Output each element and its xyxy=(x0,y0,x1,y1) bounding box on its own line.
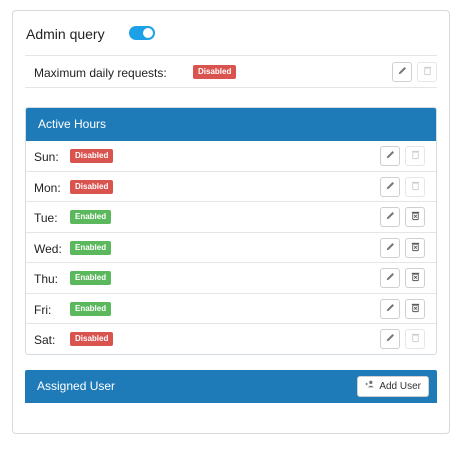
toggle-knob xyxy=(143,28,153,38)
assigned-user-header: Assigned User Add User xyxy=(25,370,437,403)
status-badge: Disabled xyxy=(70,149,114,163)
day-list: Sun: Disabled Mon: Disabled Tue: Enabled Wed: E… xyxy=(26,141,436,355)
day-label: Tue: xyxy=(34,211,58,225)
day-label: Sun: xyxy=(34,150,59,164)
day-row: Wed: Enabled xyxy=(26,233,436,263)
edit-button[interactable] xyxy=(380,237,400,258)
add-user-label: Add User xyxy=(379,381,421,392)
day-label: Fri: xyxy=(34,302,52,317)
assigned-user-title: Assigned User xyxy=(37,379,116,393)
add-user-button[interactable]: Add User xyxy=(357,376,429,397)
trash-icon xyxy=(410,239,421,257)
pencil-icon xyxy=(385,208,396,226)
edit-button[interactable] xyxy=(380,207,400,227)
edit-button[interactable] xyxy=(380,298,400,319)
edit-button[interactable] xyxy=(380,268,400,288)
status-badge: Disabled xyxy=(193,65,237,79)
pencil-icon xyxy=(385,239,396,257)
status-badge: Disabled xyxy=(70,179,114,194)
status-badge: Enabled xyxy=(70,240,112,255)
settings-card: Admin query Maximum daily requests: Disa… xyxy=(12,10,450,434)
day-row: Thu: Enabled xyxy=(26,263,436,294)
day-row: Tue: Enabled xyxy=(26,202,436,233)
active-hours-header: Active Hours xyxy=(26,108,436,141)
day-label: Mon: xyxy=(34,180,61,195)
active-hours-panel: Active Hours Sun: Disabled Mon: Disabled Tue… xyxy=(25,107,437,355)
pencil-icon xyxy=(385,178,396,196)
delete-button[interactable] xyxy=(405,329,425,349)
pencil-icon xyxy=(385,269,396,287)
status-badge: Enabled xyxy=(70,301,112,316)
trash-icon xyxy=(410,147,421,165)
edit-button[interactable] xyxy=(380,176,400,197)
pencil-icon xyxy=(385,330,396,348)
day-label: Thu: xyxy=(34,272,59,286)
delete-button[interactable] xyxy=(405,268,425,288)
max-daily-requests-label: Maximum daily requests: xyxy=(34,66,167,80)
edit-button[interactable] xyxy=(380,146,400,166)
trash-icon xyxy=(410,178,421,196)
trash-icon xyxy=(410,208,421,226)
day-row: Fri: Enabled xyxy=(26,294,436,324)
day-row: Sun: Disabled xyxy=(26,141,436,172)
trash-icon xyxy=(410,269,421,287)
day-label: Sat: xyxy=(34,333,56,347)
delete-button[interactable] xyxy=(405,298,425,319)
status-badge: Enabled xyxy=(70,271,112,285)
status-badge: Disabled xyxy=(70,332,114,346)
delete-button[interactable] xyxy=(417,62,437,82)
edit-button[interactable] xyxy=(380,329,400,349)
status-badge: Enabled xyxy=(70,210,112,224)
max-daily-requests-row: Maximum daily requests: Disabled xyxy=(25,55,437,88)
add-user-icon xyxy=(365,370,375,403)
pencil-icon xyxy=(385,300,396,318)
admin-query-label: Admin query xyxy=(26,26,105,42)
delete-button[interactable] xyxy=(405,176,425,197)
admin-query-row: Admin query xyxy=(26,24,226,44)
trash-icon xyxy=(410,330,421,348)
pencil-icon xyxy=(397,63,408,81)
pencil-icon xyxy=(385,147,396,165)
trash-icon xyxy=(410,300,421,318)
delete-button[interactable] xyxy=(405,207,425,227)
day-row: Mon: Disabled xyxy=(26,172,436,202)
day-row: Sat: Disabled xyxy=(26,324,436,355)
assigned-user-panel: Assigned User Add User xyxy=(25,370,437,403)
day-label: Wed: xyxy=(34,241,62,256)
admin-query-toggle[interactable] xyxy=(129,26,155,40)
delete-button[interactable] xyxy=(405,237,425,258)
delete-button[interactable] xyxy=(405,146,425,166)
trash-icon xyxy=(422,63,433,81)
edit-button[interactable] xyxy=(392,62,412,82)
